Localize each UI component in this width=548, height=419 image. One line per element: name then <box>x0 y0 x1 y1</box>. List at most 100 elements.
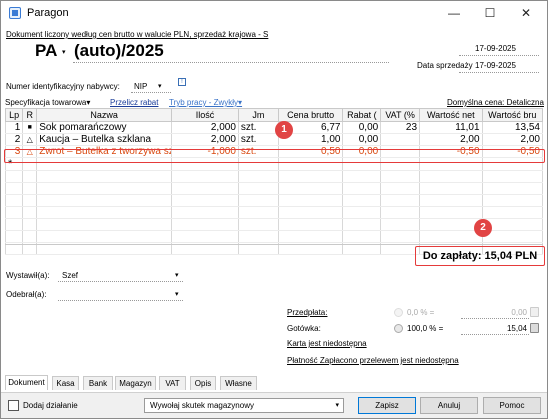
total-to-pay: Do zapłaty: 15,04 PLN <box>415 246 545 266</box>
document-number[interactable]: (auto)/2025 <box>74 41 164 61</box>
column-header[interactable]: Wartość net <box>419 108 483 122</box>
empty-cell <box>380 170 421 183</box>
column-header[interactable]: VAT (% <box>380 108 421 122</box>
document-type-dropdown-icon[interactable]: ▾ <box>62 48 66 56</box>
empty-cell <box>171 182 239 195</box>
empty-cell <box>22 206 38 219</box>
empty-cell <box>171 218 239 231</box>
column-header[interactable]: Nazwa <box>36 108 173 122</box>
column-header[interactable]: Rabat ( <box>342 108 382 122</box>
document-currency-note[interactable]: Dokument liczony według cen brutto w wal… <box>6 30 268 39</box>
cash-percent[interactable]: 100,0 % = <box>407 324 443 333</box>
empty-cell <box>419 170 483 183</box>
cancel-button[interactable]: Anuluj <box>420 397 478 414</box>
column-header[interactable]: Ilość <box>171 108 239 122</box>
column-header[interactable]: Lp <box>4 108 24 122</box>
column-header[interactable]: Wartość bru <box>481 108 544 122</box>
row-unit[interactable]: szt. <box>237 121 279 134</box>
empty-cell <box>481 206 544 219</box>
items-table: Lp R Nazwa Ilość Jm Cena brutto Rabat ( … <box>4 108 544 255</box>
chevron-down-icon: ▾ <box>86 98 91 107</box>
empty-cell <box>481 230 544 243</box>
sale-date-field[interactable]: 17-09-2025 <box>475 61 516 70</box>
tab-dokument[interactable]: Dokument <box>5 375 48 390</box>
row-name[interactable]: Sok pomarańczowy <box>36 121 173 134</box>
tab-magazyn[interactable]: Magazyn <box>115 376 156 390</box>
row-qty[interactable]: 2,000 <box>171 133 239 146</box>
sale-date-label: Data sprzedaży <box>417 61 473 70</box>
item-specification-menu[interactable]: Specyfikacja towarowa▾ <box>5 98 90 107</box>
empty-row <box>4 230 544 243</box>
chevron-down-icon[interactable]: ▾ <box>175 290 179 298</box>
issued-by-select[interactable]: Szef <box>62 271 78 280</box>
issue-date-field[interactable]: 17-09-2025 <box>475 44 516 53</box>
prepayment-label[interactable]: Przedpłata: <box>287 308 327 317</box>
help-button[interactable]: Pomoc <box>483 397 541 414</box>
issued-by-label: Wystawił(a): <box>6 271 50 280</box>
table-header-row: Lp R Nazwa Ilość Jm Cena brutto Rabat ( … <box>4 108 544 122</box>
empty-cell <box>419 206 483 219</box>
prepayment-radio[interactable] <box>394 308 403 317</box>
prepayment-percent[interactable]: 0,0 % = <box>407 308 434 317</box>
cash-radio[interactable] <box>394 324 403 333</box>
annotation-badge-2: 2 <box>474 219 492 237</box>
empty-cell <box>171 194 239 207</box>
empty-cell <box>36 170 173 183</box>
column-header[interactable]: Jm <box>237 108 279 122</box>
empty-cell <box>342 218 382 231</box>
tab-bank[interactable]: Bank <box>83 376 113 390</box>
tab-kasa[interactable]: Kasa <box>52 376 79 390</box>
close-button[interactable]: ✕ <box>511 3 541 23</box>
add-action-checkbox[interactable] <box>8 400 19 411</box>
card-unavailable-link[interactable]: Karta jest niedostępna <box>287 339 367 348</box>
info-icon[interactable]: ! <box>178 78 186 86</box>
prepayment-underline <box>461 318 529 319</box>
column-header[interactable]: R <box>22 108 38 122</box>
empty-cell <box>237 182 279 195</box>
row-qty[interactable]: 2,000 <box>171 121 239 134</box>
row-vat[interactable] <box>380 133 421 146</box>
empty-cell <box>4 206 24 219</box>
empty-cell <box>22 218 38 231</box>
recalculate-discount-link[interactable]: Przelicz rabat <box>110 98 158 107</box>
row-vat[interactable]: 23 <box>380 121 421 134</box>
chevron-down-icon[interactable]: ▾ <box>158 82 162 90</box>
row-name[interactable]: Kaucja – Butelka szklana <box>36 133 173 146</box>
empty-cell <box>237 170 279 183</box>
buyer-id-type-select[interactable]: NIP <box>134 82 147 91</box>
chevron-down-icon: ▾ <box>238 98 243 107</box>
calculator-icon[interactable] <box>530 307 539 317</box>
empty-cell <box>481 170 544 183</box>
row-net: 11,01 <box>419 121 483 134</box>
row-rabat[interactable]: 0,00 <box>342 133 382 146</box>
chevron-down-icon[interactable]: ▾ <box>175 271 179 279</box>
warehouse-effect-select[interactable]: Wywołaj skutek magazynowy ▾ <box>144 398 344 413</box>
empty-cell <box>342 206 382 219</box>
document-form: Dokument liczony według cen brutto w wal… <box>1 26 547 418</box>
transfer-unavailable-link[interactable]: Płatność Zapłacono przelewem jest niedos… <box>287 356 459 365</box>
work-mode-menu[interactable]: Tryb pracy - Zwykły▾ <box>169 98 242 107</box>
row-rabat[interactable]: 0,00 <box>342 121 382 134</box>
maximize-button[interactable]: ☐ <box>475 3 505 23</box>
tab-wlasne[interactable]: Własne <box>220 376 257 390</box>
tab-vat[interactable]: VAT <box>159 376 186 390</box>
issued-by-underline <box>58 281 183 282</box>
row-lp: 1 <box>4 121 24 134</box>
empty-cell <box>22 182 38 195</box>
calculator-icon[interactable] <box>530 323 539 333</box>
table-row[interactable]: 1 ■ Sok pomarańczowy 2,000 szt. 6,77 0,0… <box>4 121 544 134</box>
cash-amount[interactable]: 15,04 <box>461 324 527 333</box>
square-icon: ■ <box>22 121 38 134</box>
minimize-button[interactable]: — <box>439 3 469 23</box>
empty-cell <box>22 170 38 183</box>
tab-opis[interactable]: Opis <box>190 376 216 390</box>
document-type[interactable]: PA <box>35 41 57 61</box>
table-row[interactable]: 2 △ Kaucja – Butelka szklana 2,000 szt. … <box>4 133 544 146</box>
buyer-id-label: Numer identyfikacyjny nabywcy: <box>6 82 120 91</box>
prepayment-amount[interactable]: 0,00 <box>461 308 527 317</box>
warehouse-effect-value: Wywołaj skutek magazynowy <box>150 401 254 410</box>
row-unit[interactable]: szt. <box>237 133 279 146</box>
default-price-link[interactable]: Domyślna cena: Detaliczna <box>447 98 544 107</box>
column-header[interactable]: Cena brutto <box>277 108 344 122</box>
save-button[interactable]: Zapisz <box>358 397 416 414</box>
